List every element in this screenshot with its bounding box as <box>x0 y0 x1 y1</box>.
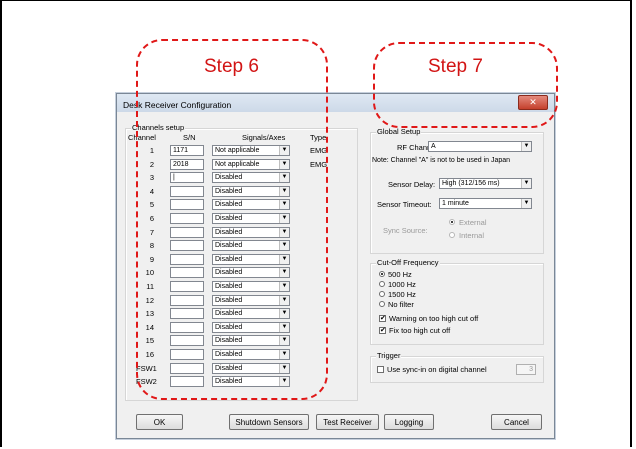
cancel-button-label: Cancel <box>504 418 529 427</box>
shutdown-button-label: Shutdown Sensors <box>235 418 303 427</box>
cutoff-1500-label: 1500 Hz <box>388 290 416 299</box>
step7-highlight <box>373 42 558 128</box>
warn-checkbox[interactable]: ✔ <box>379 315 386 322</box>
fix-checkbox[interactable]: ✔ <box>379 327 386 334</box>
chevron-down-icon: ▼ <box>521 199 531 208</box>
chevron-down-icon: ▼ <box>521 179 531 188</box>
ok-button[interactable]: OK <box>136 414 183 430</box>
trigger-group: Trigger Use sync-in on digital channel 3 <box>370 351 544 383</box>
sync-in-label: Use sync-in on digital channel <box>387 365 487 374</box>
sensor-timeout-value: 1 minute <box>442 200 469 207</box>
cutoff-1000-label: 1000 Hz <box>388 280 416 289</box>
shutdown-sensors-button[interactable]: Shutdown Sensors <box>229 414 309 430</box>
cutoff-frequency-group: Cut-Off Frequency 500 Hz 1000 Hz 1500 Hz… <box>370 258 544 345</box>
step6-highlight <box>136 39 328 400</box>
cutoff-500-radio[interactable] <box>379 271 385 277</box>
test-receiver-button[interactable]: Test Receiver <box>316 414 379 430</box>
check-icon: ✔ <box>380 315 386 322</box>
sensor-timeout-label: Sensor Timeout: <box>377 200 432 209</box>
chevron-down-icon: ▼ <box>521 142 531 151</box>
cutoff-nofilter-label: No filter <box>388 300 414 309</box>
cancel-button[interactable]: Cancel <box>491 414 542 430</box>
step7-label: Step 7 <box>428 56 483 77</box>
test-button-label: Test Receiver <box>323 418 372 427</box>
global-setup-group: Global Setup RF Channel A ▼ Note: Channel… <box>370 127 544 254</box>
rf-channel-select[interactable]: A ▼ <box>428 141 532 152</box>
step6-label: Step 6 <box>204 56 259 77</box>
digital-channel-input[interactable]: 3 <box>516 364 536 375</box>
cutoff-1500-radio[interactable] <box>379 291 385 297</box>
sensor-delay-value: High (312/156 ms) <box>442 180 500 187</box>
sensor-delay-select[interactable]: High (312/156 ms) ▼ <box>439 178 532 189</box>
sync-source-label: Sync Source: <box>383 226 428 235</box>
logging-button-label: Logging <box>394 418 424 427</box>
warn-label: Warning on too high cut off <box>389 314 479 323</box>
cutoff-frequency-label: Cut-Off Frequency <box>376 258 440 267</box>
sync-external-label: External <box>459 218 487 227</box>
cutoff-500-label: 500 Hz <box>388 270 412 279</box>
cutoff-nofilter-radio[interactable] <box>379 301 385 307</box>
fix-label: Fix too high cut off <box>389 326 451 335</box>
ok-button-label: OK <box>153 418 166 427</box>
sensor-delay-label: Sensor Delay: <box>388 180 436 189</box>
cutoff-1000-radio[interactable] <box>379 281 385 287</box>
logging-button[interactable]: Logging <box>384 414 434 430</box>
sync-external-radio[interactable] <box>449 219 455 225</box>
sensor-timeout-select[interactable]: 1 minute ▼ <box>439 198 532 209</box>
sync-in-checkbox[interactable] <box>377 366 384 373</box>
global-setup-label: Global Setup <box>376 127 422 136</box>
trigger-label: Trigger <box>376 351 402 360</box>
japan-note: Note: Channel "A" is not to be used in J… <box>372 157 511 164</box>
sync-internal-radio[interactable] <box>449 232 455 238</box>
sync-internal-label: Internal <box>459 231 485 240</box>
rf-channel-value: A <box>431 143 436 150</box>
digital-channel-value: 3 <box>529 366 533 373</box>
check-icon: ✔ <box>380 327 386 334</box>
page: Desk Receiver Configuration ✕ Channels s… <box>0 0 636 449</box>
